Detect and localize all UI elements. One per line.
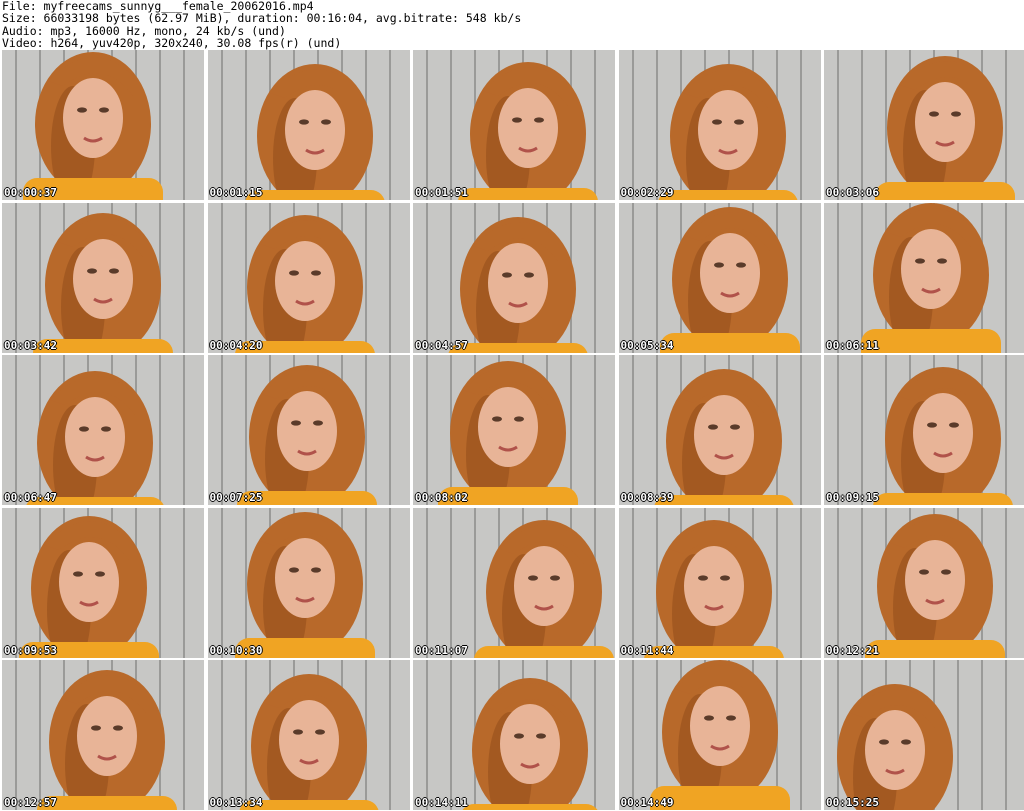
frame-image — [2, 355, 204, 505]
thumbnail-timestamp: 00:08:39 — [620, 491, 674, 504]
thumbnail-timestamp: 00:01:51 — [415, 186, 468, 199]
thumbnail-timestamp: 00:14:11 — [415, 796, 468, 809]
video-thumbnail: 00:05:34 — [618, 202, 821, 353]
thumbnail-timestamp: 00:00:37 — [4, 186, 57, 199]
thumbnail-timestamp: 00:11:07 — [415, 643, 468, 657]
frame-image — [2, 202, 204, 353]
thumbnail-timestamp: 00:07:25 — [209, 491, 263, 504]
thumbnail-timestamp: 00:02:29 — [620, 186, 674, 199]
video-thumbnail: 00:02:29 — [618, 50, 821, 200]
frame-image — [207, 50, 410, 200]
thumbnail-timestamp: 00:03:06 — [826, 186, 879, 199]
video-thumbnail: 00:04:20 — [207, 202, 410, 353]
frame-image — [618, 507, 821, 658]
frame-image — [824, 660, 1024, 810]
frame-image — [207, 355, 410, 505]
video-thumbnail: 00:09:53 — [2, 507, 204, 658]
video-thumbnail: 00:06:47 — [2, 355, 204, 505]
thumbnail-timestamp: 00:09:15 — [826, 491, 879, 504]
frame-image — [413, 50, 615, 200]
frame-image — [824, 50, 1024, 200]
thumbnail-timestamp: 00:06:47 — [4, 491, 57, 504]
size-duration-line: Size: 66033198 bytes (62.97 MiB), durati… — [2, 11, 522, 26]
frame-image — [824, 355, 1024, 505]
thumbnail-timestamp: 00:04:20 — [209, 338, 263, 352]
frame-image — [618, 50, 821, 200]
file-info-header: File: myfreecams_sunnyg___female_2006201… — [2, 0, 1022, 50]
frame-image — [2, 660, 204, 810]
video-thumbnail: 00:10:30 — [207, 507, 410, 658]
video-thumbnail: 00:08:39 — [618, 355, 821, 505]
frame-image — [824, 507, 1024, 658]
frame-image — [413, 355, 615, 505]
thumbnail-timestamp: 00:15:25 — [826, 796, 879, 809]
thumbnail-timestamp: 00:10:30 — [209, 643, 263, 657]
video-thumbnail: 00:14:11 — [413, 660, 615, 810]
frame-image — [2, 50, 204, 200]
frame-image — [2, 507, 204, 658]
thumbnail-timestamp: 00:13:34 — [209, 796, 263, 809]
thumbnail-grid: 00:00:37 00:01:15 00:01:51 00:02:29 00:0… — [0, 50, 1024, 811]
thumbnail-timestamp: 00:08:02 — [415, 491, 468, 504]
video-thumbnail: 00:07:25 — [207, 355, 410, 505]
video-thumbnail: 00:15:25 — [824, 660, 1024, 810]
video-thumbnail: 00:00:37 — [2, 50, 204, 200]
frame-image — [618, 355, 821, 505]
frame-image — [824, 202, 1024, 353]
video-thumbnail: 00:01:51 — [413, 50, 615, 200]
thumbnail-timestamp: 00:04:57 — [415, 338, 468, 352]
frame-image — [207, 507, 410, 658]
thumbnail-timestamp: 00:09:53 — [4, 643, 57, 657]
thumbnail-timestamp: 00:11:44 — [620, 643, 674, 657]
video-thumbnail: 00:12:21 — [824, 507, 1024, 658]
frame-image — [207, 202, 410, 353]
video-thumbnail: 00:12:57 — [2, 660, 204, 810]
video-thumbnail: 00:13:34 — [207, 660, 410, 810]
frame-image — [207, 660, 410, 810]
video-thumbnail: 00:03:42 — [2, 202, 204, 353]
frame-image — [413, 660, 615, 810]
video-thumbnail: 00:11:44 — [618, 507, 821, 658]
video-thumbnail: 00:09:15 — [824, 355, 1024, 505]
thumbnail-timestamp: 00:03:42 — [4, 338, 57, 352]
video-info-line: Video: h264, yuv420p, 320x240, 30.08 fps… — [2, 36, 342, 51]
thumbnail-timestamp: 00:06:11 — [826, 338, 879, 352]
video-thumbnail: 00:06:11 — [824, 202, 1024, 353]
video-thumbnail: 00:01:15 — [207, 50, 410, 200]
video-thumbnail: 00:14:49 — [618, 660, 821, 810]
thumbnail-timestamp: 00:01:15 — [209, 186, 263, 199]
frame-image — [618, 202, 821, 353]
frame-image — [413, 507, 615, 658]
video-thumbnail: 00:04:57 — [413, 202, 615, 353]
thumbnail-timestamp: 00:14:49 — [620, 796, 674, 809]
frame-image — [413, 202, 615, 353]
thumbnail-timestamp: 00:12:21 — [826, 643, 879, 657]
frame-image — [618, 660, 821, 810]
video-thumbnail: 00:03:06 — [824, 50, 1024, 200]
thumbnail-timestamp: 00:05:34 — [620, 338, 674, 352]
video-thumbnail: 00:08:02 — [413, 355, 615, 505]
thumbnail-timestamp: 00:12:57 — [4, 796, 57, 809]
video-thumbnail: 00:11:07 — [413, 507, 615, 658]
